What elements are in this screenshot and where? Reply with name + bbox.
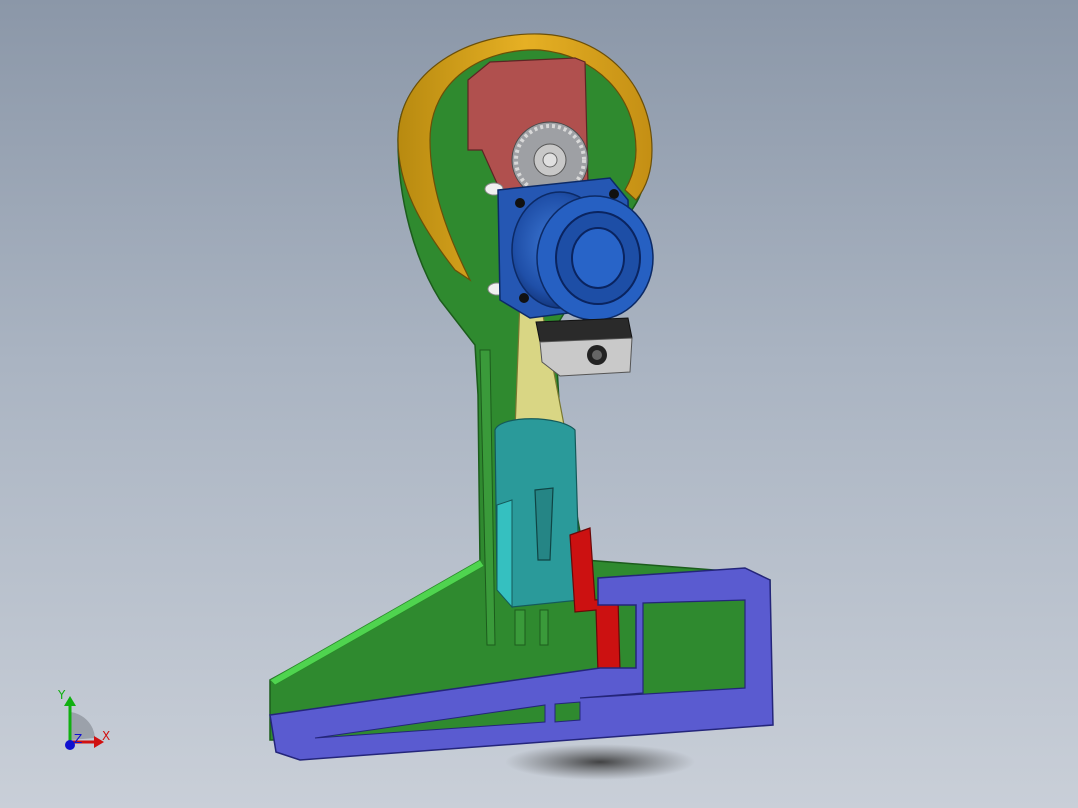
triad-x-label: X: [102, 729, 110, 743]
triad-y-arrow: [64, 696, 76, 706]
graphics-viewport[interactable]: Y X Z: [0, 0, 1078, 808]
ground-shadow: [505, 744, 695, 780]
cad-model-view[interactable]: Y X Z: [0, 0, 1078, 808]
coupler-block[interactable]: [494, 418, 581, 609]
slider-block[interactable]: [535, 317, 633, 377]
triad-z-label: Z: [74, 732, 82, 746]
triad-y-label: Y: [57, 688, 66, 702]
coordinate-triad: Y X Z: [57, 688, 110, 750]
